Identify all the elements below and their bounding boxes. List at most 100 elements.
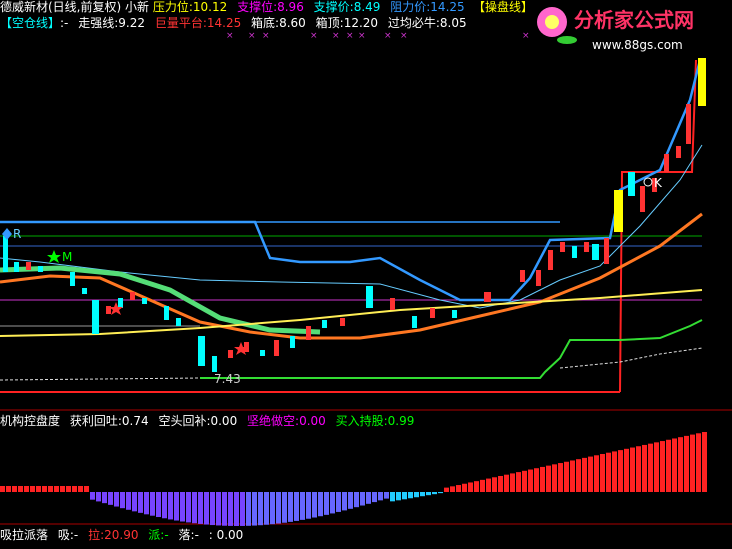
indicator-bar [198, 492, 203, 524]
indicator-bar [444, 487, 449, 492]
indicator-bar [318, 492, 323, 517]
volume-platform-value: 14.25 [206, 16, 242, 30]
indicator-bar [678, 437, 683, 492]
svg-text:×: × [384, 31, 392, 41]
indicator-bar [216, 492, 221, 526]
indicator-bar [192, 492, 197, 524]
indicator-bar [396, 492, 401, 501]
indicator-bar [126, 492, 131, 510]
indicator-bar [546, 465, 551, 492]
indicator-bar [684, 435, 689, 492]
indicator-bar [450, 486, 455, 492]
empty-line-value: :- [60, 16, 69, 30]
firm-short-label: 坚绝做空: [247, 414, 300, 428]
svg-text:×: × [358, 31, 366, 41]
indicator-bar [324, 492, 329, 515]
box-bottom-label: 箱底: [251, 16, 280, 30]
indicator-bar [354, 492, 359, 508]
indicator-bar [0, 486, 5, 492]
indicator-bar [492, 477, 497, 492]
indicator-bar [558, 463, 563, 492]
indicator-bar [234, 492, 239, 526]
buy-hold-value: 0.99 [387, 414, 415, 428]
indicator-bar [228, 492, 233, 526]
support2-value: 8.49 [353, 0, 381, 14]
indicator-bar [18, 486, 23, 492]
indicator-bar [294, 492, 299, 521]
bull-value: 8.05 [439, 16, 467, 30]
indicator-bar [366, 492, 371, 504]
indicator-bar [630, 447, 635, 492]
indicator-bar [414, 492, 419, 498]
indicator-bar [666, 439, 671, 492]
indicator-bar [510, 473, 515, 492]
indicator-bar [156, 492, 161, 518]
dispatch-value: - [164, 528, 169, 542]
indicator-bar [582, 457, 587, 492]
svg-text:×: × [226, 31, 234, 41]
fall-value: - [194, 528, 199, 542]
pull-label: 拉: [88, 528, 105, 542]
stock-title: 德威新材(日线,前复权) 小新 [0, 0, 149, 14]
support1-value: 8.96 [277, 0, 304, 14]
indicator-bar [258, 492, 263, 526]
buy-hold-label: 买入持股: [335, 414, 388, 428]
indicator-bar [612, 451, 617, 492]
control-label: 机构控盘度 [0, 414, 61, 428]
box-bottom-value: 8.60 [279, 16, 306, 30]
m-marker-icon [47, 250, 61, 263]
header-bar: 德威新材(日线,前复权) 小新 压力位:10.12 支撑位:8.96 支撑价:8… [0, 0, 465, 14]
indicator-bar [222, 492, 227, 526]
indicator-bar [264, 492, 269, 525]
indicator-bar [336, 492, 341, 512]
indicator-bar [624, 448, 629, 492]
indicator-bar [480, 479, 485, 492]
indicator-bar [642, 444, 647, 492]
indicator-bar [30, 486, 35, 492]
site-logo[interactable]: 分析家公式网 www.88gs.com [522, 0, 732, 58]
indicator-bar [588, 456, 593, 492]
indicator-bar [42, 486, 47, 492]
indicator-bar [6, 486, 11, 492]
short-label: 空头回补: [158, 414, 211, 428]
resistance-label: 阻力价: [390, 0, 431, 14]
indicator-bar [186, 492, 191, 523]
indicator-bar [270, 492, 275, 525]
indicator-bar [516, 472, 521, 492]
indicator-bar [78, 486, 83, 492]
indicator-bar [330, 492, 335, 514]
svg-text:×: × [332, 31, 340, 41]
indicator-bar [102, 492, 107, 504]
indicator-bar [48, 486, 53, 492]
firm-short-value: 0.00 [299, 414, 326, 428]
indicator-bar [348, 492, 353, 509]
box-top-value: 12.20 [343, 16, 379, 30]
profit-label: 获利回吐: [69, 414, 122, 428]
indicator-bar [384, 492, 389, 499]
svg-text:×: × [346, 31, 354, 41]
indicator-bar [204, 492, 209, 525]
indicator-bar [84, 486, 89, 492]
indicator-bar [240, 492, 245, 526]
indicator-bar [312, 492, 317, 518]
indicator-bar [702, 432, 707, 492]
indicator-bar [360, 492, 365, 506]
empty-line-label[interactable]: 【空仓线】 [0, 16, 60, 30]
logo-text: 分析家公式网 [574, 8, 694, 32]
indicator-bar [120, 492, 125, 509]
indicator-bar [540, 466, 545, 492]
indicator-bar [618, 450, 623, 492]
strong-value: 9.22 [118, 16, 145, 30]
indicator1-bar: 机构控盘度 获利回吐:0.74 空头回补:0.00 坚绝做空:0.00 买入持股… [0, 414, 414, 428]
indicator-bar [114, 492, 119, 507]
indicator-bar [66, 486, 71, 492]
indicator-bar [570, 460, 575, 492]
indicator-bar [402, 492, 407, 500]
indicator-bar [372, 492, 377, 503]
indicator2-title: 吸拉派落 [0, 528, 49, 542]
indicator-bar [672, 438, 677, 492]
indicator-bar [54, 486, 59, 492]
svg-text:×: × [310, 31, 318, 41]
indicator-bar [306, 492, 311, 519]
indicator-bar [60, 486, 65, 492]
